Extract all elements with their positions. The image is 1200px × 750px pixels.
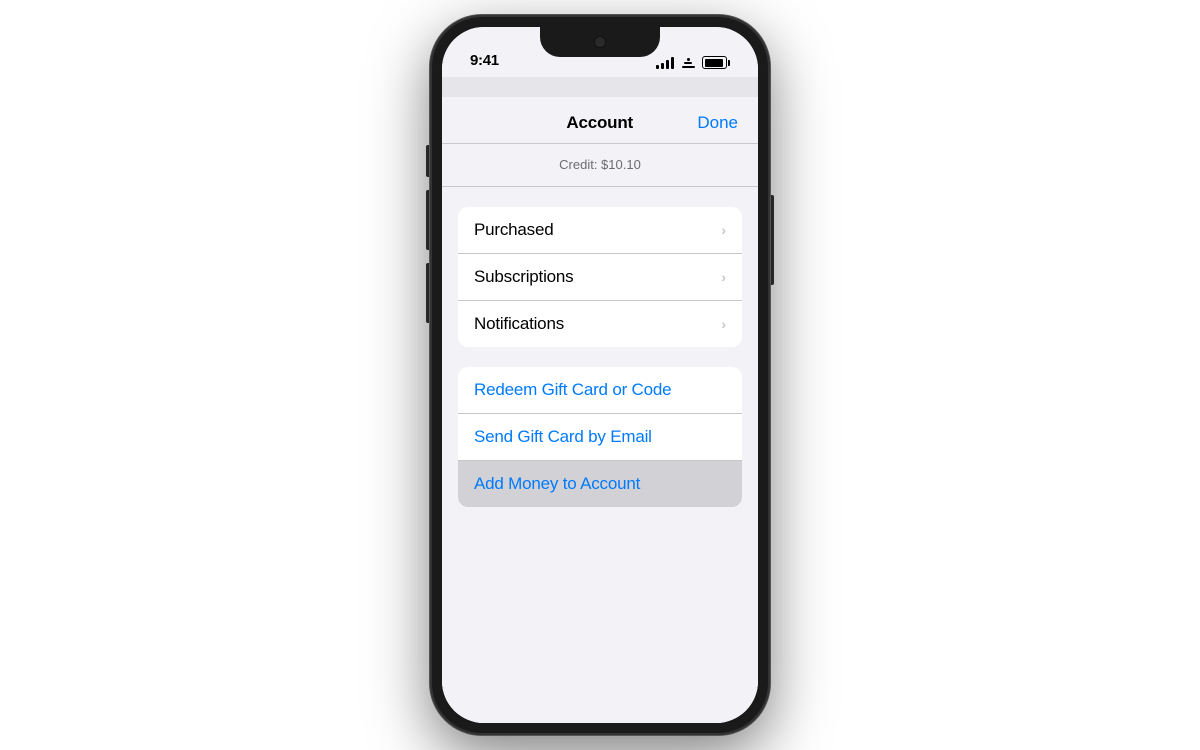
phone-screen: 9:41	[442, 27, 758, 723]
phone-frame: 9:41	[430, 15, 770, 735]
nav-bar: Account Done	[442, 97, 758, 144]
signal-icon	[656, 57, 674, 69]
subscriptions-label: Subscriptions	[474, 267, 573, 287]
content-area: Account Done Credit: $10.10 Purchased	[442, 77, 758, 723]
chevron-icon: ›	[721, 316, 726, 332]
add-money-label: Add Money to Account	[474, 474, 640, 494]
chevron-icon: ›	[721, 222, 726, 238]
phone-wrapper: 9:41	[430, 15, 770, 735]
status-time: 9:41	[470, 52, 499, 69]
redeem-gift-card-item[interactable]: Redeem Gift Card or Code	[458, 367, 742, 414]
done-button[interactable]: Done	[697, 113, 738, 133]
scroll-content[interactable]: Purchased › Subscriptions › Notification…	[442, 187, 758, 723]
main-sheet: Account Done Credit: $10.10 Purchased	[442, 97, 758, 723]
send-gift-card-label: Send Gift Card by Email	[474, 427, 652, 447]
status-icons	[656, 56, 730, 69]
front-camera	[594, 36, 606, 48]
sheet-background	[442, 77, 758, 97]
purchased-label: Purchased	[474, 220, 553, 240]
redeem-gift-card-label: Redeem Gift Card or Code	[474, 380, 671, 400]
power-button	[770, 195, 774, 285]
purchased-item[interactable]: Purchased ›	[458, 207, 742, 254]
list-section: Purchased › Subscriptions › Notification…	[458, 207, 742, 347]
add-money-item[interactable]: Add Money to Account	[458, 461, 742, 507]
battery-icon	[702, 56, 730, 69]
notifications-item[interactable]: Notifications ›	[458, 301, 742, 347]
send-gift-card-item[interactable]: Send Gift Card by Email	[458, 414, 742, 461]
credit-section: Credit: $10.10	[442, 144, 758, 187]
nav-title: Account	[566, 113, 633, 133]
notifications-label: Notifications	[474, 314, 564, 334]
subscriptions-item[interactable]: Subscriptions ›	[458, 254, 742, 301]
chevron-icon: ›	[721, 269, 726, 285]
wifi-icon	[680, 58, 696, 68]
gift-section: Redeem Gift Card or Code Send Gift Card …	[458, 367, 742, 507]
credit-text: Credit: $10.10	[559, 157, 641, 172]
notch	[540, 27, 660, 57]
